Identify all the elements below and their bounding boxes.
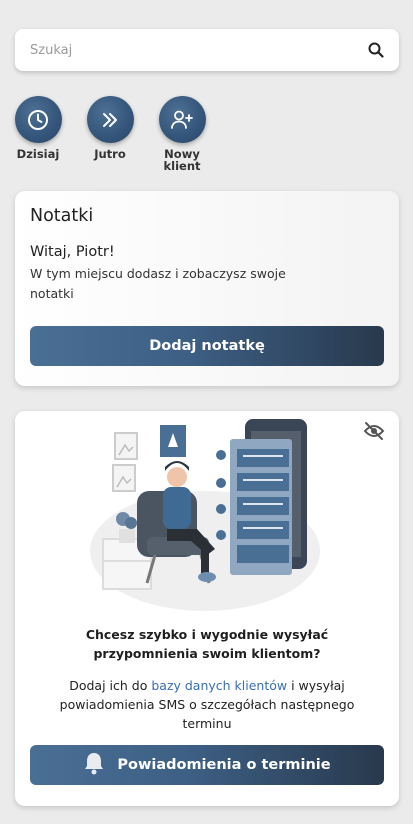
eye-off-icon[interactable]: [363, 420, 385, 442]
reminders-illustration: [15, 411, 399, 611]
appointment-notifications-label: Powiadomienia o terminie: [117, 757, 331, 773]
notes-description: W tym miejscu dodasz i zobaczysz swoje n…: [30, 266, 286, 301]
quick-action-label: Dzisiaj: [16, 147, 60, 161]
reminders-promo-card: Chcesz szybko i wygodnie wysyłać przypom…: [15, 411, 399, 806]
quick-action-tomorrow[interactable]: Jutro: [75, 96, 145, 160]
add-user-icon[interactable]: [158, 96, 206, 143]
quick-action-label: Nowy klient: [163, 147, 201, 173]
quick-action-today[interactable]: Dzisiaj: [3, 96, 73, 160]
notes-title: Notatki: [30, 206, 94, 226]
promo-text-before-link: Dodaj ich do: [69, 678, 152, 693]
bell-icon: [83, 751, 105, 779]
quick-action-new-client[interactable]: Nowy klient: [147, 96, 217, 172]
add-note-button[interactable]: Dodaj notatkę: [30, 326, 384, 366]
search-icon[interactable]: [367, 41, 385, 59]
add-note-button-label: Dodaj notatkę: [149, 338, 265, 354]
notes-greeting: Witaj, Piotr!: [30, 244, 115, 260]
double-chevron-right-icon[interactable]: [86, 96, 134, 143]
notes-card: Notatki Witaj, Piotr! W tym miejscu doda…: [15, 191, 399, 386]
quick-action-label: Jutro: [94, 147, 126, 161]
clock-icon[interactable]: [14, 96, 62, 143]
client-database-link[interactable]: bazy danych klientów: [151, 678, 287, 693]
promo-description: Dodaj ich do bazy danych klientów i wysy…: [35, 676, 379, 733]
search-input[interactable]: [30, 42, 367, 58]
search-bar[interactable]: [15, 29, 399, 71]
promo-question: Chcesz szybko i wygodnie wysyłać przypom…: [85, 627, 329, 661]
appointment-notifications-button[interactable]: Powiadomienia o terminie: [30, 745, 384, 785]
